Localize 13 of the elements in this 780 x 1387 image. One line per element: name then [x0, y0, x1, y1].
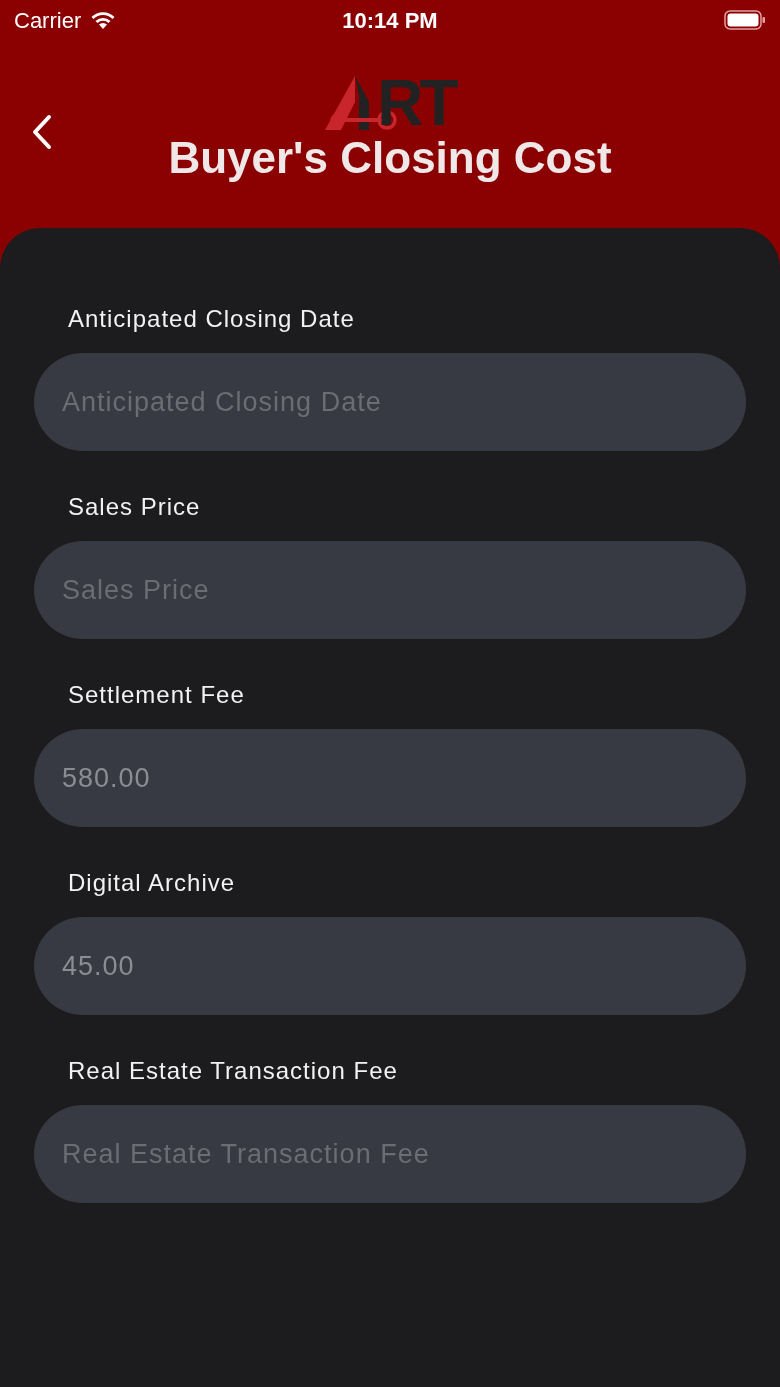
input-field[interactable]: 45.00 [34, 917, 746, 1015]
field-label: Sales Price [67, 493, 202, 521]
input-field[interactable]: 580.00 [34, 729, 746, 827]
field-label: Anticipated Closing Date [67, 305, 356, 333]
status-time: 10:14 PM [342, 6, 438, 35]
carrier-label: Carrier [14, 6, 82, 35]
logo: RT [325, 74, 455, 130]
battery-icon [724, 10, 766, 30]
field-label: Settlement Fee [67, 681, 246, 709]
field-label: Digital Archive [67, 869, 237, 897]
back-chevron-icon [31, 114, 53, 150]
page-title: Buyer's Closing Cost [168, 132, 612, 184]
field-label: Real Estate Transaction Fee [67, 1057, 399, 1085]
